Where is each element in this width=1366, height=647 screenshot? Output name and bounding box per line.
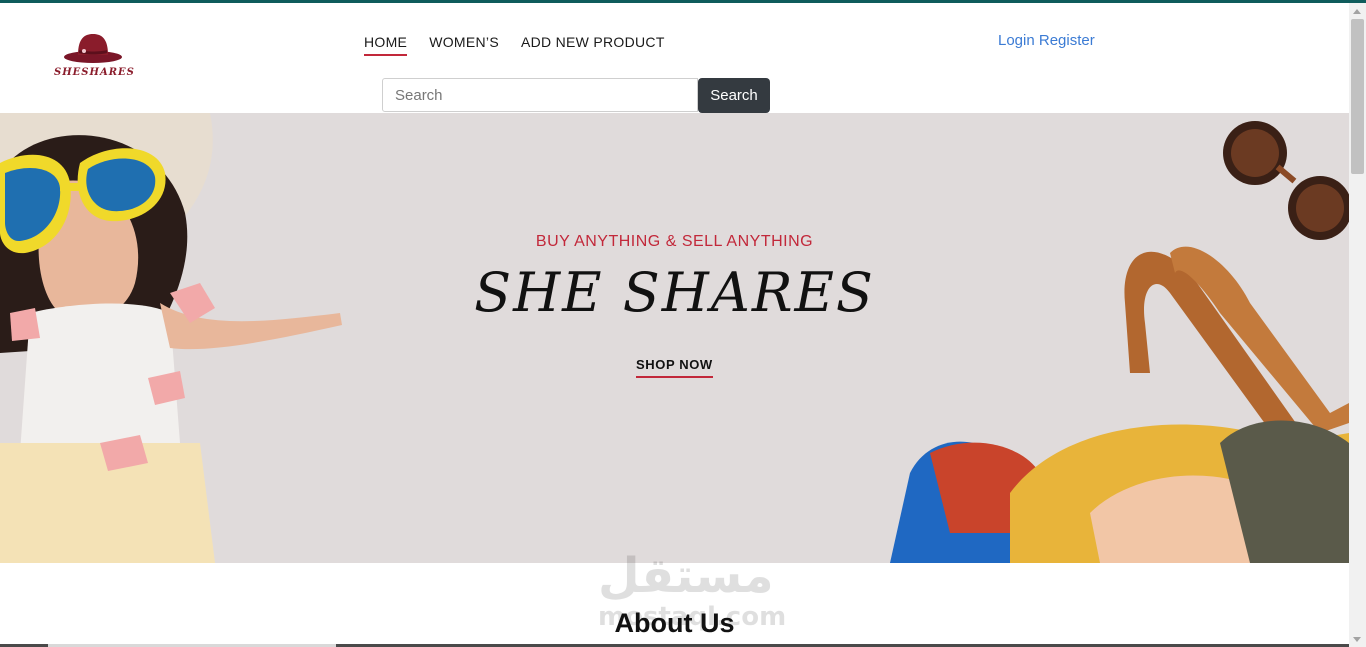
watermark-arabic: مستقل bbox=[598, 548, 774, 604]
shop-now-button[interactable]: SHOP NOW bbox=[636, 357, 713, 378]
about-us-heading: About Us bbox=[614, 608, 735, 638]
site-header: SHESHARES HOME WOMEN’S ADD NEW PRODUCT L… bbox=[0, 3, 1349, 113]
hero-banner: BUY ANYTHING & SELL ANYTHING SHE SHARES … bbox=[0, 113, 1349, 563]
hero-tagline: BUY ANYTHING & SELL ANYTHING bbox=[535, 233, 814, 250]
hat-icon bbox=[64, 34, 122, 63]
scroll-down-icon[interactable] bbox=[1353, 637, 1361, 642]
model-image bbox=[0, 113, 342, 563]
scrollbar-thumb[interactable] bbox=[1351, 19, 1364, 174]
vertical-scrollbar[interactable] bbox=[1349, 3, 1366, 647]
auth-links: Login Register bbox=[998, 32, 1095, 49]
nav-item-add-new-product[interactable]: ADD NEW PRODUCT bbox=[521, 34, 665, 56]
brand-name: SHESHARES bbox=[54, 67, 135, 78]
search-button[interactable]: Search bbox=[698, 78, 770, 113]
main-nav: HOME WOMEN’S ADD NEW PRODUCT bbox=[364, 34, 665, 56]
nav-item-home[interactable]: HOME bbox=[364, 34, 408, 56]
login-link[interactable]: Login bbox=[998, 32, 1035, 49]
register-link[interactable]: Register bbox=[1039, 32, 1095, 49]
scroll-up-icon[interactable] bbox=[1353, 9, 1361, 14]
accessories-image bbox=[890, 121, 1349, 563]
brand-logo[interactable]: SHESHARES bbox=[52, 31, 142, 81]
search-bar: Search bbox=[382, 78, 770, 113]
hero-title: SHE SHARES bbox=[474, 261, 875, 324]
nav-item-womens[interactable]: WOMEN’S bbox=[429, 34, 499, 56]
search-input[interactable] bbox=[382, 78, 698, 112]
